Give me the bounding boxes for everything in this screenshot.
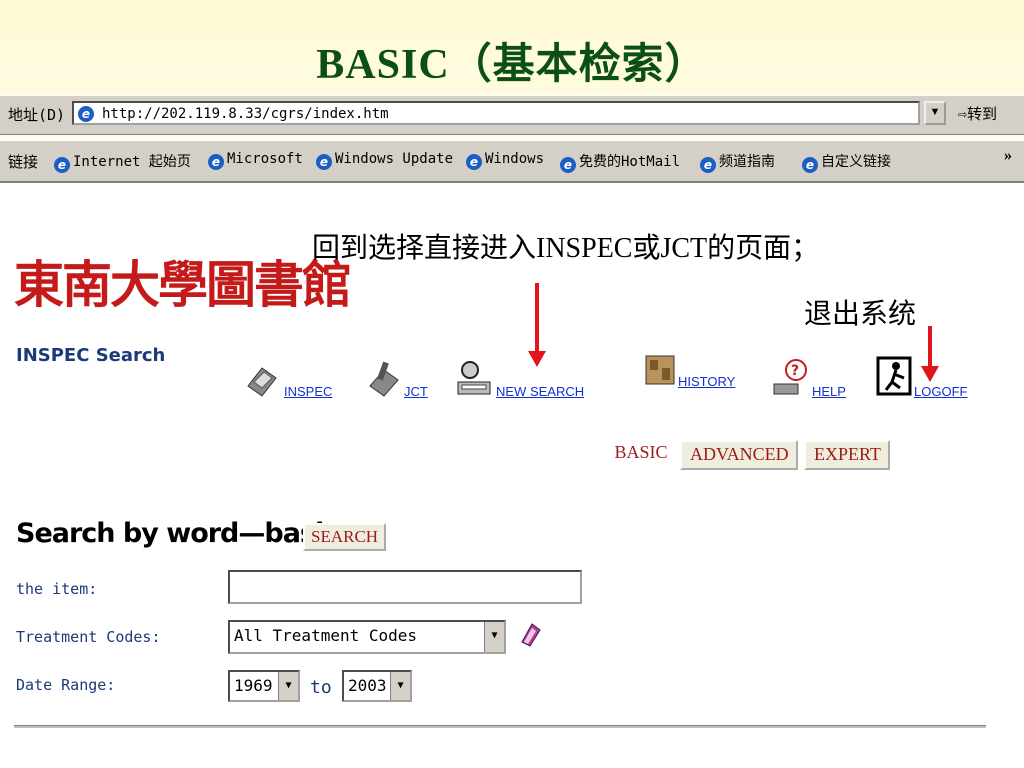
search-heading: Search by word—basic <box>16 518 339 549</box>
nav-logoff-label[interactable]: LOGOFF <box>914 384 967 399</box>
chevron-down-icon[interactable]: ▼ <box>484 622 504 652</box>
library-logo: 東南大學圖書館 <box>14 255 352 314</box>
annotation-logoff: 退出系统 <box>804 299 917 330</box>
the-item-input[interactable] <box>228 570 582 604</box>
nav-help[interactable]: ? HELP <box>772 338 852 402</box>
nav-history-label[interactable]: HISTORY <box>678 374 735 389</box>
link-internet-start[interactable]: e Internet 起始页 <box>54 151 191 173</box>
date-to-label: to <box>310 677 332 698</box>
ie-link-icon: e <box>700 157 716 173</box>
address-input[interactable]: e http://202.119.8.33/cgrs/index.htm <box>72 101 920 125</box>
address-label: 地址(D) <box>8 106 66 124</box>
treatment-codes-value: All Treatment Codes <box>234 626 418 645</box>
book-icon[interactable] <box>518 622 542 648</box>
treatment-codes-label: Treatment Codes: <box>16 628 161 646</box>
slide-title: BASIC（基本检索） <box>316 42 708 88</box>
ie-link-icon: e <box>560 157 576 173</box>
tab-advanced[interactable]: ADVANCED <box>680 440 798 470</box>
nav-new-search[interactable]: NEW SEARCH <box>456 338 586 402</box>
link-windows[interactable]: e Windows <box>466 151 544 170</box>
address-bar: 地址(D) e http://202.119.8.33/cgrs/index.h… <box>0 95 1024 135</box>
search-button[interactable]: SEARCH <box>303 523 387 551</box>
date-from-select[interactable]: 1969 ▼ <box>228 670 300 702</box>
date-to-value: 2003 <box>348 676 387 695</box>
ie-link-icon: e <box>802 157 818 173</box>
history-icon <box>645 355 675 385</box>
date-to-select[interactable]: 2003 ▼ <box>342 670 412 702</box>
chevron-down-icon[interactable]: ▼ <box>278 672 298 700</box>
address-url: http://202.119.8.33/cgrs/index.htm <box>102 106 389 122</box>
nav-inspec-label[interactable]: INSPEC <box>284 384 332 399</box>
nav-jct-label[interactable]: JCT <box>404 384 428 399</box>
go-button[interactable]: ⇨转到 <box>958 103 997 124</box>
nav-logoff[interactable]: LOGOFF <box>876 338 976 402</box>
ie-page-icon: e <box>78 106 94 122</box>
ie-link-icon: e <box>316 154 332 170</box>
annotation-new-search: 回到选择直接进入INSPEC或JCT的页面； <box>312 233 820 264</box>
nav-inspec[interactable]: INSPEC <box>244 338 334 402</box>
ie-link-icon: e <box>466 154 482 170</box>
address-dropdown-button[interactable]: ▼ <box>924 101 946 125</box>
chevron-down-icon[interactable]: ▼ <box>390 672 410 700</box>
inspec-icon <box>247 367 277 397</box>
nav-jct[interactable]: JCT <box>366 338 436 402</box>
link-custom-links[interactable]: e 自定义链接 <box>802 151 891 173</box>
the-item-label: the item: <box>16 580 98 598</box>
nav-help-label[interactable]: HELP <box>812 384 846 399</box>
date-from-value: 1969 <box>234 676 273 695</box>
treatment-codes-select[interactable]: All Treatment Codes ▼ <box>228 620 506 654</box>
jct-icon <box>369 361 399 397</box>
nav-new-search-label[interactable]: NEW SEARCH <box>496 384 584 399</box>
link-channel-guide[interactable]: e 频道指南 <box>700 151 775 173</box>
new-search-icon <box>457 361 491 395</box>
date-range-label: Date Range: <box>16 676 116 694</box>
divider <box>14 725 986 728</box>
nav-history[interactable]: HISTORY <box>642 338 742 402</box>
link-microsoft[interactable]: e Microsoft <box>208 151 303 170</box>
svg-text:?: ? <box>791 363 799 379</box>
links-more-chevron[interactable]: » <box>1004 147 1012 165</box>
ie-link-icon: e <box>208 154 224 170</box>
link-windows-update[interactable]: e Windows Update <box>316 151 453 170</box>
tab-expert[interactable]: EXPERT <box>804 440 890 470</box>
link-hotmail[interactable]: e 免费的HotMail <box>560 151 680 173</box>
links-bar: 链接 e Internet 起始页 e Microsoft e Windows Upd… <box>0 140 1024 183</box>
links-label: 链接 <box>8 153 39 171</box>
ie-link-icon: e <box>54 157 70 173</box>
tab-basic[interactable]: BASIC <box>606 440 676 470</box>
logo-subtitle: INSPEC Search <box>16 345 166 366</box>
logoff-icon <box>876 356 912 396</box>
help-icon: ? <box>773 359 807 395</box>
